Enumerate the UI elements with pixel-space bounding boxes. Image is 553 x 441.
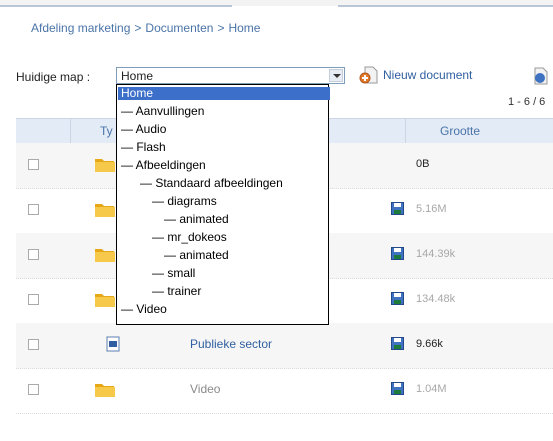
breadcrumb-item-home[interactable]: Home (228, 21, 260, 35)
current-folder-value: Home (121, 69, 154, 83)
breadcrumb-separator: > (134, 21, 142, 35)
folder-option[interactable]: — Flash (118, 141, 330, 154)
folder-option[interactable]: — animated (118, 249, 373, 262)
row-checkbox[interactable] (28, 339, 39, 350)
column-divider (405, 119, 406, 143)
pagination-info: 1 - 6 / 6 (508, 96, 546, 108)
folder-icon[interactable] (94, 245, 115, 262)
document-icon[interactable] (106, 336, 120, 355)
row-checkbox[interactable] (28, 204, 39, 215)
breadcrumb-separator: > (217, 21, 225, 35)
folder-option[interactable]: — diagrams (118, 195, 361, 208)
column-divider (70, 119, 71, 143)
current-folder-select[interactable]: Home (116, 67, 345, 84)
folder-icon[interactable] (94, 200, 115, 217)
folder-option[interactable]: — Afbeeldingen (118, 159, 330, 172)
row-size: 5.16M (416, 203, 447, 215)
folder-option[interactable]: — Audio (118, 123, 330, 136)
row-size: 134.48k (416, 293, 456, 305)
folder-icon[interactable] (94, 155, 115, 172)
row-size: 1.04M (416, 383, 447, 395)
new-document-icon (359, 65, 379, 85)
save-icon[interactable] (391, 292, 404, 308)
row-size: 0B (416, 158, 430, 170)
current-folder-label: Huidige map : (16, 70, 91, 84)
folder-dropdown-list[interactable]: Home — Aanvullingen — Audio — Flash — Afbeel… (116, 84, 330, 325)
save-icon[interactable] (391, 337, 404, 353)
new-document-button[interactable]: Nieuw document (359, 65, 472, 85)
folder-icon[interactable] (94, 380, 115, 397)
column-header-type[interactable]: Ty (100, 124, 113, 138)
folder-option[interactable]: — small (118, 267, 361, 280)
folder-option[interactable]: — mr_dokeos (118, 231, 361, 244)
upload-icon[interactable] (531, 66, 551, 86)
folder-option[interactable]: — trainer (118, 285, 361, 298)
row-name-link[interactable]: Video (190, 382, 220, 396)
folder-option[interactable]: — Video (118, 303, 330, 316)
top-tab-strip (0, 0, 553, 7)
breadcrumb-item-documents[interactable]: Documenten (145, 21, 213, 35)
folder-option[interactable]: — animated (118, 213, 373, 226)
breadcrumb: Afdeling marketing > Documenten > Home (31, 21, 260, 35)
table-row: Video 1.04M (16, 368, 553, 414)
table-row: Publieke sector 9.66k (16, 323, 553, 369)
row-checkbox[interactable] (28, 159, 39, 170)
folder-icon[interactable] (94, 290, 115, 307)
row-size: 9.66k (416, 338, 443, 350)
row-name-link[interactable]: Publieke sector (190, 337, 272, 351)
breadcrumb-item-department[interactable]: Afdeling marketing (31, 21, 130, 35)
tab-underline (0, 5, 232, 7)
row-checkbox[interactable] (28, 384, 39, 395)
save-icon[interactable] (391, 382, 404, 398)
column-header-size[interactable]: Grootte (440, 124, 480, 138)
folder-option[interactable]: — Aanvullingen (118, 105, 330, 118)
save-icon[interactable] (391, 202, 404, 218)
folder-option[interactable]: — Standaard afbeeldingen (118, 177, 349, 190)
new-document-label: Nieuw document (383, 68, 473, 82)
row-size: 144.39k (416, 248, 456, 260)
folder-option[interactable]: Home (118, 87, 330, 100)
save-icon[interactable] (391, 247, 404, 263)
tab-underline (338, 5, 553, 7)
chevron-down-icon[interactable] (329, 69, 343, 82)
row-checkbox[interactable] (28, 249, 39, 260)
row-checkbox[interactable] (28, 294, 39, 305)
